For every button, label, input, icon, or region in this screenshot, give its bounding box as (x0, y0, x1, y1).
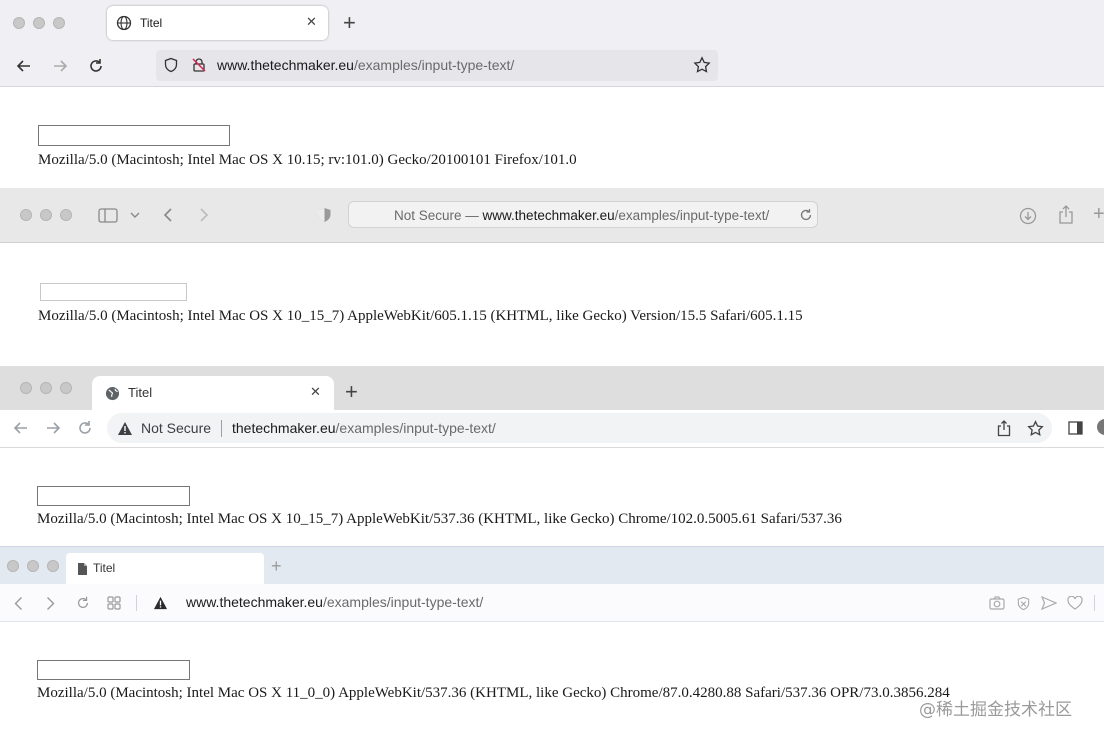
zoom-window-button[interactable] (47, 560, 59, 572)
window-controls[interactable] (7, 560, 59, 572)
close-window-button[interactable] (20, 382, 32, 394)
back-icon[interactable] (11, 418, 31, 438)
reload-icon[interactable] (74, 594, 92, 612)
divider (221, 420, 222, 437)
block-icon[interactable] (1014, 594, 1032, 612)
speed-dial-icon[interactable] (106, 595, 122, 611)
user-agent-firefox: Mozilla/5.0 (Macintosh; Intel Mac OS X 1… (38, 152, 577, 168)
new-tab-button[interactable]: + (343, 10, 356, 36)
back-icon[interactable] (10, 594, 26, 612)
reload-icon[interactable] (75, 418, 95, 438)
divider (1094, 595, 1095, 611)
tab-title: Titel (140, 16, 163, 30)
zoom-window-button[interactable] (60, 209, 72, 221)
forward-icon[interactable] (42, 594, 58, 612)
firefox-address-bar[interactable]: www.thetechmaker.eu/examples/input-type-… (156, 50, 718, 81)
share-icon[interactable] (995, 419, 1013, 437)
warning-icon[interactable] (152, 595, 168, 611)
send-icon[interactable] (1040, 594, 1058, 612)
back-icon[interactable] (160, 206, 176, 224)
url-text: thetechmaker.eu/examples/input-type-text… (232, 420, 496, 436)
forward-icon[interactable] (50, 56, 70, 76)
shield-icon[interactable] (162, 56, 180, 74)
window-controls[interactable] (13, 17, 65, 29)
watermark: @稀土掘金技术社区 (919, 700, 1072, 720)
shield-icon[interactable] (315, 206, 333, 224)
window-controls[interactable] (20, 209, 72, 221)
minimize-window-button[interactable] (40, 209, 52, 221)
new-tab-button[interactable]: + (1093, 203, 1104, 226)
forward-icon[interactable] (43, 418, 63, 438)
chevron-down-icon[interactable] (129, 208, 141, 222)
download-icon[interactable] (1018, 206, 1038, 226)
side-panel-icon[interactable] (1066, 419, 1084, 437)
share-icon[interactable] (1056, 204, 1076, 226)
divider (136, 595, 137, 611)
reload-icon[interactable] (798, 207, 814, 223)
chrome-tab[interactable]: Titel ✕ (92, 376, 334, 410)
zoom-window-button[interactable] (53, 17, 65, 29)
close-window-button[interactable] (13, 17, 25, 29)
close-tab-icon[interactable]: ✕ (310, 384, 321, 400)
safari-address-bar[interactable]: Not Secure — www.thetechmaker.eu/example… (348, 201, 818, 228)
chrome-omnibox[interactable]: Not Secure thetechmaker.eu/examples/inpu… (107, 413, 1052, 443)
user-agent-chrome: Mozilla/5.0 (Macintosh; Intel Mac OS X 1… (37, 511, 842, 527)
sidebar-icon[interactable] (97, 206, 119, 224)
star-icon[interactable] (1026, 419, 1044, 437)
user-agent-opera: Mozilla/5.0 (Macintosh; Intel Mac OS X 1… (37, 685, 950, 701)
text-input-chrome[interactable] (37, 486, 190, 506)
tab-title: Titel (128, 385, 153, 400)
new-tab-button[interactable]: + (271, 556, 282, 577)
window-controls[interactable] (20, 382, 72, 394)
text-input-opera[interactable] (37, 660, 190, 680)
heart-icon[interactable] (1066, 594, 1084, 612)
minimize-window-button[interactable] (33, 17, 45, 29)
warning-icon[interactable] (117, 420, 133, 436)
star-icon[interactable] (692, 55, 712, 75)
minimize-window-button[interactable] (40, 382, 52, 394)
zoom-window-button[interactable] (60, 382, 72, 394)
url-text[interactable]: www.thetechmaker.eu/examples/input-type-… (186, 594, 483, 610)
security-label[interactable]: Not Secure (141, 420, 211, 436)
tab-title: Titel (93, 561, 116, 575)
url-text: www.thetechmaker.eu/examples/input-type-… (217, 57, 515, 73)
reload-icon[interactable] (86, 56, 106, 76)
user-agent-safari: Mozilla/5.0 (Macintosh; Intel Mac OS X 1… (38, 308, 803, 324)
close-window-button[interactable] (20, 209, 32, 221)
close-window-button[interactable] (7, 560, 19, 572)
lock-slash-icon[interactable] (190, 56, 208, 74)
close-tab-icon[interactable]: ✕ (306, 14, 317, 30)
opera-tab[interactable]: Titel (66, 553, 264, 584)
text-input-safari[interactable] (40, 283, 187, 301)
new-tab-button[interactable]: + (345, 379, 358, 405)
globe-icon (104, 385, 120, 401)
document-icon (75, 561, 89, 577)
text-input-firefox[interactable] (38, 125, 230, 146)
url-text: Not Secure — www.thetechmaker.eu/example… (394, 208, 770, 223)
forward-icon[interactable] (196, 206, 212, 224)
globe-icon (116, 15, 132, 31)
back-icon[interactable] (14, 56, 34, 76)
firefox-tab[interactable]: Titel ✕ (107, 6, 328, 40)
minimize-window-button[interactable] (27, 560, 39, 572)
camera-icon[interactable] (988, 594, 1006, 612)
